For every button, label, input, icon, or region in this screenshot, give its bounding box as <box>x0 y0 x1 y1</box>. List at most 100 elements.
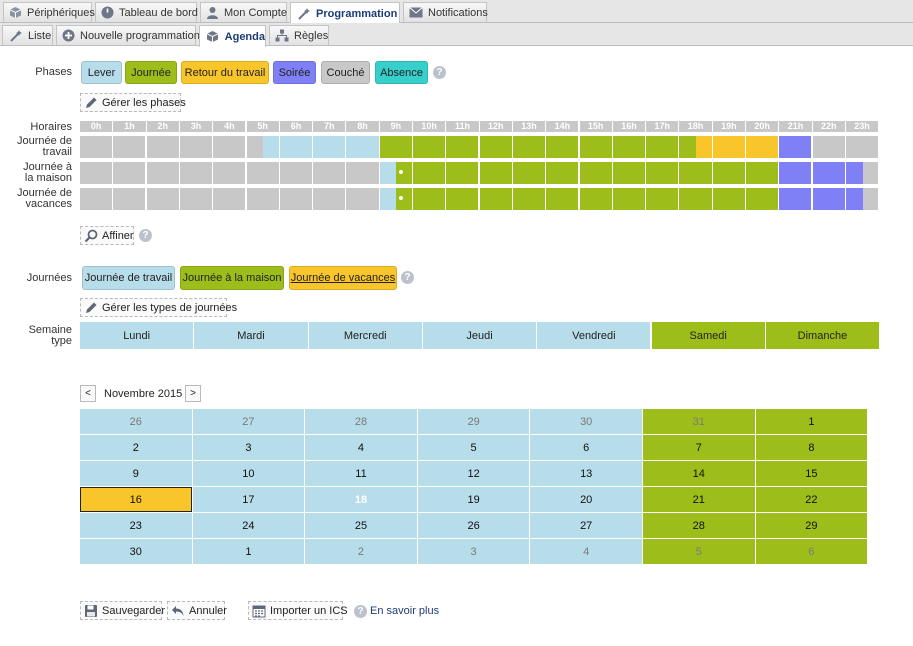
calendar-day[interactable]: 5 <box>643 539 755 564</box>
phase-slot-journee[interactable] <box>679 162 697 184</box>
phase-slot-journee[interactable] <box>529 136 546 158</box>
phase-chip-soiree[interactable]: Soirée <box>273 61 316 84</box>
phase-slot-journee[interactable] <box>479 162 497 184</box>
phase-slot-journee[interactable] <box>413 188 430 210</box>
phase-slot-soiree[interactable] <box>795 188 812 210</box>
phase-slot-journee[interactable] <box>479 136 497 158</box>
phase-slot-journee[interactable] <box>529 188 546 210</box>
phases-help-icon[interactable]: ? <box>433 66 446 79</box>
phase-slot-couche[interactable] <box>845 136 863 158</box>
calendar-day[interactable]: 15 <box>755 461 868 486</box>
phase-slot-journee[interactable] <box>662 136 679 158</box>
day-type-chip[interactable]: Journée de travail <box>82 266 175 290</box>
phase-slot-journee[interactable] <box>496 188 512 210</box>
phase-slot-couche[interactable] <box>96 162 113 184</box>
phase-slot-lever[interactable] <box>279 136 297 158</box>
phase-slot-couche[interactable] <box>213 162 230 184</box>
phase-slot-soiree[interactable] <box>812 188 830 210</box>
phase-slot-couche[interactable] <box>179 136 197 158</box>
phase-slot-couche[interactable] <box>246 162 264 184</box>
phase-slot-journee[interactable] <box>479 188 497 210</box>
phase-slot-lever[interactable] <box>329 136 346 158</box>
manage-day-types-button[interactable]: Gérer les types de journées <box>80 298 237 317</box>
phase-slot-couche[interactable] <box>129 162 146 184</box>
calendar-day[interactable]: 10 <box>192 461 305 486</box>
phase-slot-soiree[interactable] <box>779 162 797 184</box>
phase-slot-couche[interactable] <box>179 162 197 184</box>
tab-notifications[interactable]: Notifications <box>403 2 488 22</box>
phase-slot-journee[interactable] <box>562 162 579 184</box>
phase-slot-journee[interactable] <box>662 188 679 210</box>
phase-slot-journee[interactable] <box>746 162 763 184</box>
calendar-day[interactable]: 8 <box>755 435 868 460</box>
week-day-vendredi[interactable]: Vendredi <box>537 322 651 349</box>
phase-slot-couche[interactable] <box>80 188 97 210</box>
calendar-day[interactable]: 28 <box>643 513 755 538</box>
phase-slot-couche[interactable] <box>862 188 879 210</box>
phase-slot-journee[interactable] <box>496 162 512 184</box>
phase-slot-journee[interactable] <box>729 188 745 210</box>
phase-chip-journee[interactable]: Journée <box>125 61 177 84</box>
phase-slot-couche[interactable] <box>129 188 146 210</box>
phase-slot-journee[interactable] <box>596 136 612 158</box>
phase-slot-couche[interactable] <box>246 188 264 210</box>
phase-slot-couche[interactable] <box>346 188 364 210</box>
calendar-day[interactable]: 26 <box>80 409 192 434</box>
import-ics-button[interactable]: Importer un ICS <box>248 601 348 620</box>
calendar-day[interactable]: 16 <box>80 487 192 512</box>
week-day-jeudi[interactable]: Jeudi <box>422 322 537 349</box>
cancel-button[interactable]: Annuler <box>167 601 227 620</box>
calendar-day[interactable]: 14 <box>643 461 755 486</box>
phase-slot-couche[interactable] <box>363 188 379 210</box>
calendar-day[interactable]: 30 <box>80 539 192 564</box>
phase-slot-couche[interactable] <box>96 136 113 158</box>
calendar-day[interactable]: 24 <box>192 513 305 538</box>
week-day-samedi[interactable]: Samedi <box>651 322 765 349</box>
phase-slot-journee[interactable] <box>596 188 612 210</box>
phase-slot-lever[interactable] <box>346 136 364 158</box>
calendar-day[interactable]: 23 <box>80 513 192 538</box>
refine-button[interactable]: Affiner <box>80 226 134 245</box>
phase-slot-journee[interactable] <box>646 162 663 184</box>
calendar-day[interactable]: 2 <box>80 435 192 460</box>
phase-slot-journee[interactable] <box>596 162 612 184</box>
calendar-day[interactable]: 18 <box>305 487 417 512</box>
calendar-day[interactable]: 31 <box>643 409 755 434</box>
phase-slot-journee[interactable] <box>546 188 563 210</box>
footer-help-icon[interactable]: ? <box>354 605 367 618</box>
phase-slot-couche[interactable] <box>113 162 131 184</box>
phase-slot-soiree[interactable] <box>779 188 797 210</box>
refine-help-icon[interactable]: ? <box>139 229 152 242</box>
phase-slot-journee[interactable] <box>612 136 630 158</box>
phase-slot-retour[interactable] <box>746 136 763 158</box>
phase-slot-journee[interactable] <box>462 162 479 184</box>
day-type-chip[interactable]: Journée de vacances <box>289 266 397 290</box>
calendar-day[interactable]: 11 <box>305 461 417 486</box>
phase-slot-journee[interactable] <box>762 162 779 184</box>
phase-slot-journee[interactable] <box>712 188 730 210</box>
tab-liste[interactable]: Liste <box>2 25 53 45</box>
phase-slot-couche[interactable] <box>812 136 830 158</box>
phase-chip-absence[interactable]: Absence <box>375 61 428 84</box>
phase-slot-journee[interactable] <box>629 188 645 210</box>
phase-slot-journee[interactable] <box>679 136 697 158</box>
save-button[interactable]: Sauvegarder <box>80 601 165 620</box>
calendar-day[interactable]: 25 <box>305 513 417 538</box>
phase-slot-retour[interactable] <box>762 136 779 158</box>
calendar-day[interactable]: 29 <box>417 409 530 434</box>
phase-slot-retour[interactable] <box>729 136 745 158</box>
phase-slot-couche[interactable] <box>179 188 197 210</box>
phase-slot-journee[interactable] <box>546 136 563 158</box>
phase-slot-couche[interactable] <box>146 162 164 184</box>
phase-slot-couche[interactable] <box>263 162 279 184</box>
phase-slot-couche[interactable] <box>163 162 179 184</box>
phase-slot-couche[interactable] <box>113 188 131 210</box>
tab-agenda[interactable]: Agenda <box>199 25 266 47</box>
phase-slot-couche[interactable] <box>363 162 379 184</box>
calendar-day[interactable]: 5 <box>417 435 530 460</box>
tab-regles[interactable]: Règles <box>269 25 329 45</box>
tab-nouvelle-programmation[interactable]: Nouvelle programmation <box>56 25 200 45</box>
calendar-day[interactable]: 27 <box>192 409 305 434</box>
calendar-day[interactable]: 17 <box>192 487 305 512</box>
calendar-day[interactable]: 9 <box>80 461 192 486</box>
